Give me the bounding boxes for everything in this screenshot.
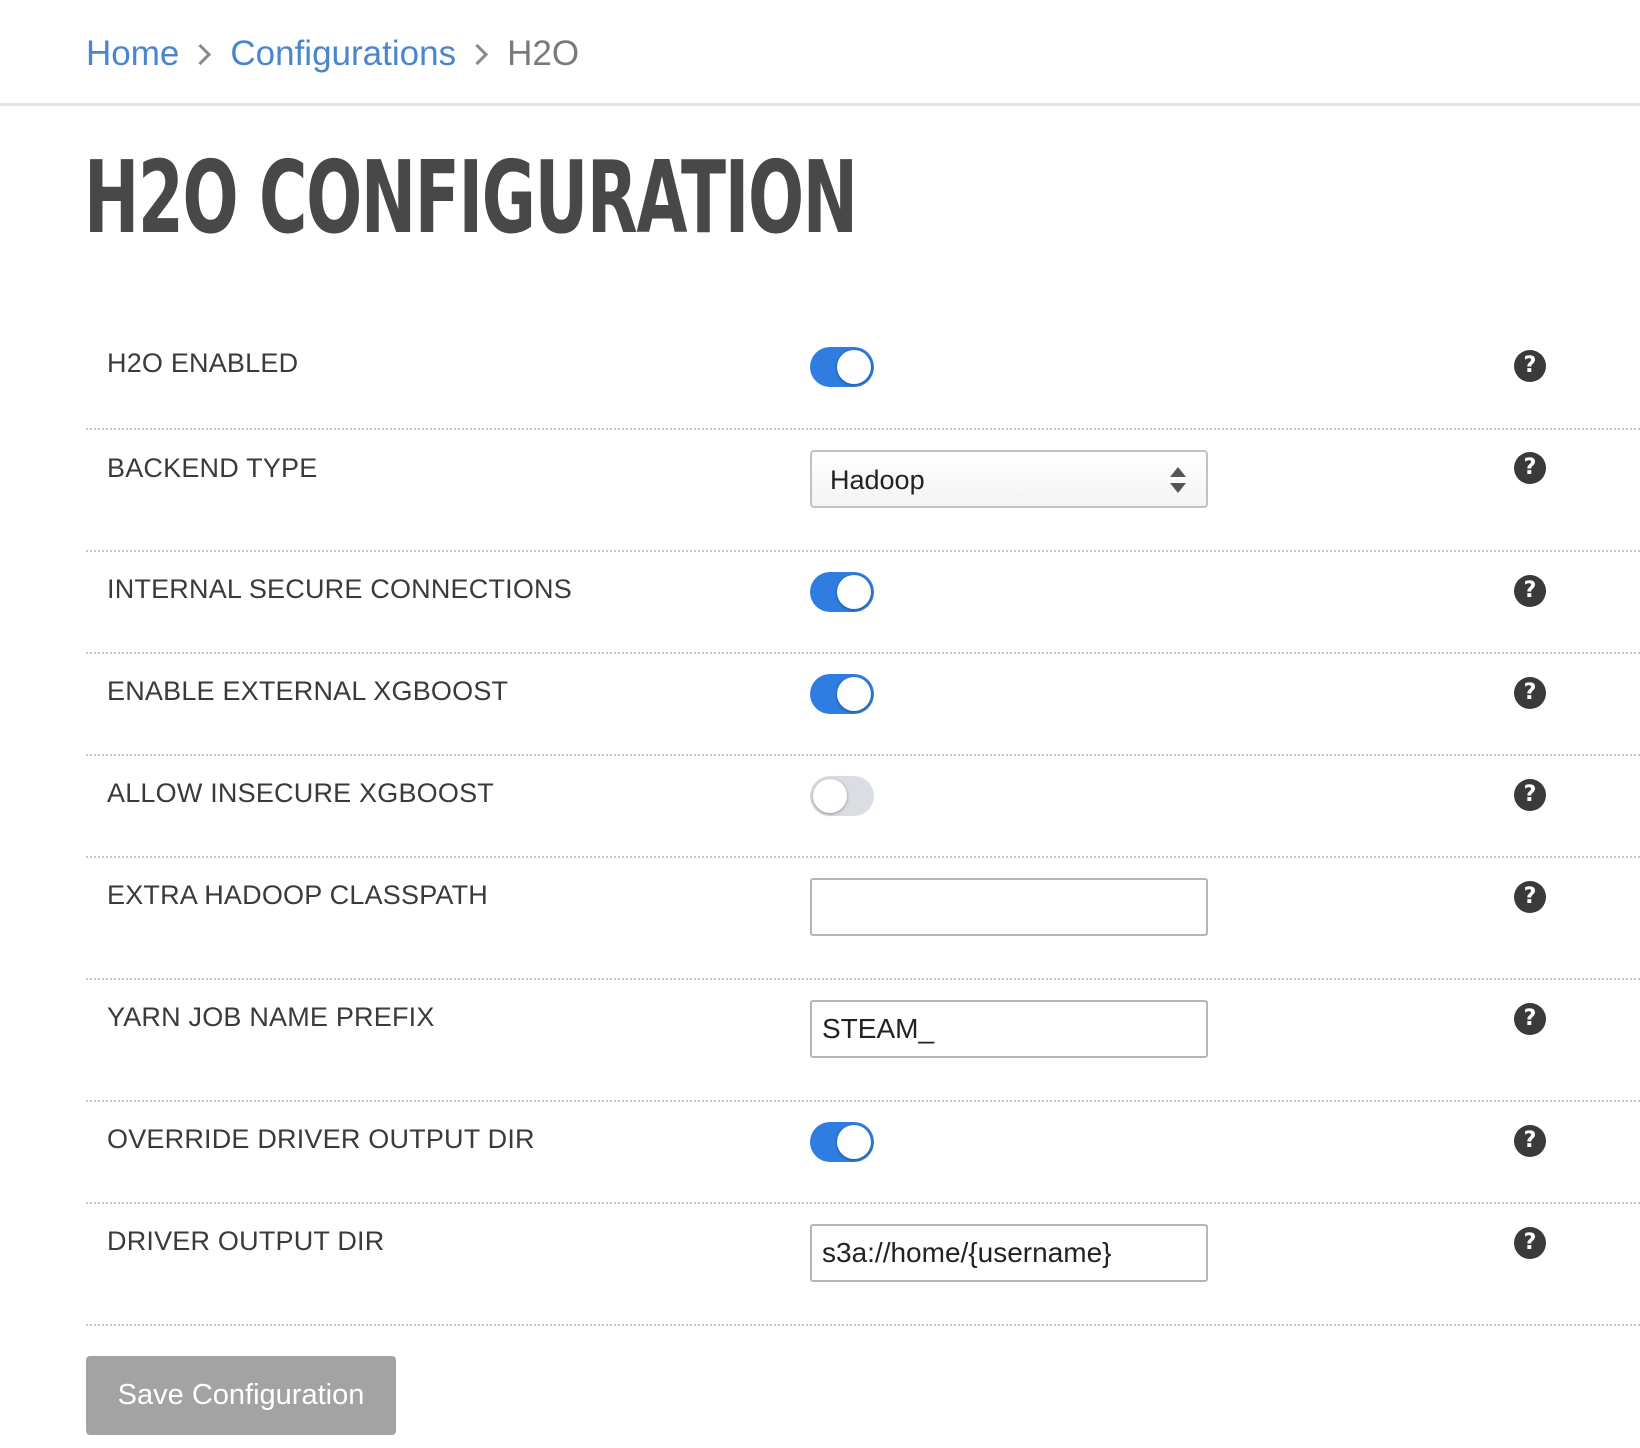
driver-output-dir-input[interactable]	[810, 1224, 1208, 1282]
toggle-knob	[837, 677, 871, 711]
setting-row-enable-external-xgboost: ENABLE EXTERNAL XGBOOST ?	[86, 654, 1640, 756]
extra-hadoop-classpath-input[interactable]	[810, 878, 1208, 936]
question-circle-icon[interactable]: ?	[1514, 881, 1546, 913]
enable-external-xgboost-toggle[interactable]	[810, 674, 874, 714]
toggle-knob	[837, 575, 871, 609]
setting-row-allow-insecure-xgboost: ALLOW INSECURE XGBOOST ?	[86, 756, 1640, 858]
breadcrumb: Home Configurations H2O	[86, 28, 579, 80]
setting-row-internal-secure-connections: INTERNAL SECURE CONNECTIONS ?	[86, 552, 1640, 654]
internal-secure-connections-toggle[interactable]	[810, 572, 874, 612]
backend-type-selected-value: Hadoop	[830, 465, 925, 495]
setting-row-extra-hadoop-classpath: EXTRA HADOOP CLASSPATH ?	[86, 858, 1640, 980]
chevron-right-icon	[190, 43, 212, 65]
setting-row-backend-type: BACKEND TYPE Hadoop ?	[86, 430, 1640, 552]
question-circle-icon[interactable]: ?	[1514, 1003, 1546, 1035]
chevron-right-icon	[466, 43, 489, 65]
toggle-knob	[837, 350, 871, 384]
save-configuration-button[interactable]: Save Configuration	[86, 1356, 396, 1435]
yarn-job-name-prefix-input[interactable]	[810, 1000, 1208, 1058]
setting-label: EXTRA HADOOP CLASSPATH	[107, 880, 489, 910]
breadcrumb-home-link[interactable]: Home	[86, 34, 179, 74]
setting-label: ENABLE EXTERNAL XGBOOST	[107, 676, 509, 706]
toggle-knob	[837, 1125, 871, 1159]
setting-row-yarn-job-name-prefix: YARN JOB NAME PREFIX ?	[86, 980, 1640, 1102]
setting-label: ALLOW INSECURE XGBOOST	[107, 778, 494, 808]
setting-label: DRIVER OUTPUT DIR	[107, 1226, 385, 1256]
setting-label: H2O ENABLED	[107, 348, 299, 378]
breadcrumb-configurations-link[interactable]: Configurations	[230, 34, 456, 74]
setting-label: OVERRIDE DRIVER OUTPUT DIR	[107, 1124, 535, 1154]
question-circle-icon[interactable]: ?	[1514, 575, 1546, 607]
page-title: H2O CONFIGURATION	[84, 139, 858, 256]
setting-row-override-driver-output-dir: OVERRIDE DRIVER OUTPUT DIR ?	[86, 1102, 1640, 1204]
setting-label: BACKEND TYPE	[107, 453, 318, 483]
setting-label: INTERNAL SECURE CONNECTIONS	[107, 574, 572, 604]
question-circle-icon[interactable]: ?	[1514, 1227, 1546, 1259]
question-circle-icon[interactable]: ?	[1514, 779, 1546, 811]
question-circle-icon[interactable]: ?	[1514, 677, 1546, 709]
question-circle-icon[interactable]: ?	[1514, 452, 1546, 484]
h2o-enabled-toggle[interactable]	[810, 347, 874, 387]
override-driver-output-dir-toggle[interactable]	[810, 1122, 874, 1162]
header-divider	[0, 103, 1640, 106]
setting-row-h2o-enabled: H2O ENABLED ?	[86, 300, 1640, 430]
setting-label: YARN JOB NAME PREFIX	[107, 1002, 435, 1032]
allow-insecure-xgboost-toggle[interactable]	[810, 776, 874, 816]
backend-type-select[interactable]: Hadoop	[810, 450, 1208, 508]
toggle-knob	[813, 779, 847, 813]
question-circle-icon[interactable]: ?	[1514, 1125, 1546, 1157]
breadcrumb-current: H2O	[507, 34, 580, 73]
question-circle-icon[interactable]: ?	[1514, 350, 1546, 382]
setting-row-driver-output-dir: DRIVER OUTPUT DIR ?	[86, 1204, 1640, 1326]
sort-arrows-icon	[1170, 467, 1186, 493]
